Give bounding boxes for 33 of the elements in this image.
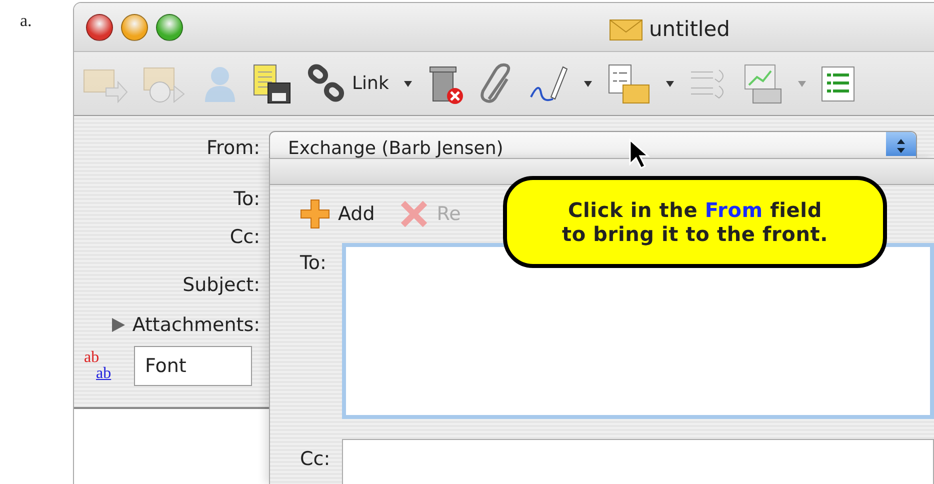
pointer-icon [628,138,650,170]
field-label: Cc: [300,447,332,472]
minimize-button[interactable] [121,14,148,40]
caret-icon[interactable] [664,80,675,88]
field-label: Subject: [182,272,260,298]
list-envelope-icon[interactable] [606,62,651,104]
notepad-icon[interactable] [252,62,292,104]
chart-icon[interactable] [742,62,783,104]
spelling-swap-button[interactable]: ab ab [84,350,120,382]
add-button[interactable]: Add [300,199,375,229]
chain-icon [306,64,346,104]
disclosure-triangle-icon[interactable] [110,317,126,333]
field-label: To: [300,251,328,276]
list-icon[interactable] [820,64,855,102]
callout-note: Click in the From field to bring it to the front. [562,198,828,246]
field-label: Attachments: [132,312,260,338]
font-field[interactable]: Font [134,346,252,386]
field-label: To: [234,186,260,212]
x-icon [398,199,429,229]
figure-label: a. [19,10,33,32]
caret-icon[interactable] [582,80,593,88]
caret-icon[interactable] [402,80,413,88]
field-label: From: [206,136,260,161]
zoom-button[interactable] [156,14,183,40]
window-title: untitled [649,16,730,43]
close-button[interactable] [86,14,113,40]
spelling-text: ab [84,350,100,366]
plus-icon [300,199,330,229]
stepper-icon[interactable] [886,132,916,156]
link-button[interactable]: Link [306,64,389,104]
envelope-icon [609,18,643,42]
field-label: Cc: [230,224,260,250]
spelling-text: ab [96,366,112,382]
